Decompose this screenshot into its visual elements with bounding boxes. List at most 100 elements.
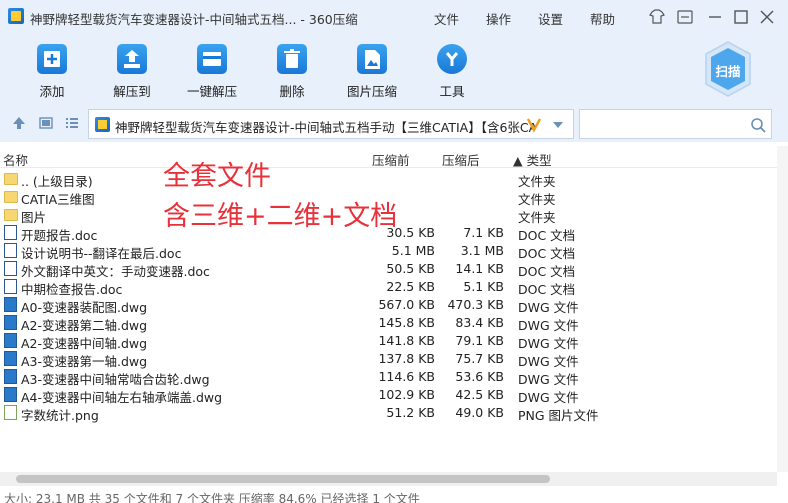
up-arrow-icon[interactable] (11, 115, 27, 131)
extract-to-label: 解压到 (113, 84, 151, 99)
menu-file[interactable]: 文件 (434, 9, 459, 28)
dwg-file-icon (4, 351, 17, 366)
one-click-extract-button[interactable]: 一键解压 (177, 40, 247, 100)
folder-icon (4, 209, 18, 221)
file-compressed-size: 5.1 KB (463, 279, 504, 294)
file-size: 114.6 KB (378, 369, 435, 384)
column-type[interactable]: ▲ 类型 (513, 150, 552, 169)
file-row[interactable]: 设计说明书--翻译在最后.doc 5.1 MB 3.1 MB DOC 文档 (0, 242, 777, 261)
delete-icon (277, 44, 307, 74)
file-size: 5.1 MB (391, 243, 435, 258)
folder-icon (4, 191, 18, 203)
dwg-file-icon (4, 297, 17, 312)
annotation-text: 含三维+二维+文档 (163, 201, 398, 232)
feedback-icon[interactable] (674, 6, 696, 28)
column-header: 名称 压缩前 压缩后 ▲ 类型 (0, 146, 788, 168)
file-row[interactable]: 外文翻译中英文：手动变速器.doc 50.5 KB 14.1 KB DOC 文档 (0, 260, 777, 279)
file-compressed-size: 75.7 KB (455, 351, 504, 366)
file-compressed-size: 3.1 MB (460, 243, 504, 258)
column-compressed-size[interactable]: 压缩后 (442, 150, 480, 169)
status-bar: 大小: 23.1 MB 共 35 个文件和 7 个文件夹 压缩率 84.6% 已… (0, 488, 788, 503)
toolbar: 添加 解压到 一键解压 删除 图片压缩 工具 扫描 (0, 34, 788, 104)
path-dropdown-icon[interactable] (551, 119, 565, 129)
minimize-icon[interactable] (704, 6, 726, 28)
file-compressed-size: 83.4 KB (455, 315, 504, 330)
search-icon[interactable] (750, 117, 766, 133)
vertical-scrollbar[interactable] (777, 146, 788, 472)
word-doc-icon (4, 279, 17, 294)
address-bar: 神野牌轻型载货汽车变速器设计-中间轴式五档手动【三维CATIA】【含6张CA (0, 104, 788, 142)
folder-icon (4, 173, 18, 185)
file-row[interactable]: A3-变速器第一轴.dwg 137.8 KB 75.7 KB DWG 文件 (0, 350, 777, 369)
file-row[interactable]: 字数统计.png 51.2 KB 49.0 KB PNG 图片文件 (0, 404, 777, 423)
window-title: 神野牌轻型载货汽车变速器设计-中间轴式五档... - 360压缩 (30, 12, 358, 27)
app-logo-icon (8, 8, 24, 24)
tools-icon (437, 44, 467, 74)
close-icon[interactable] (756, 6, 778, 28)
scrollbar-thumb[interactable] (16, 475, 550, 483)
file-size: 137.8 KB (378, 351, 435, 366)
file-compressed-size: 7.1 KB (463, 225, 504, 240)
one-click-extract-label: 一键解压 (186, 84, 237, 99)
file-compressed-size: 470.3 KB (447, 297, 504, 312)
add-icon (37, 44, 67, 74)
add-button[interactable]: 添加 (17, 40, 87, 100)
view-list-icon[interactable] (64, 115, 80, 131)
folder-row[interactable]: .. (上级目录) 文件夹 (0, 170, 777, 189)
file-size: 50.5 KB (386, 261, 435, 276)
file-row[interactable]: A4-变速器中间轴左右轴承端盖.dwg 102.9 KB 42.5 KB DWG 文件 (0, 386, 777, 405)
extract-to-button[interactable]: 解压到 (97, 40, 167, 100)
file-row[interactable]: A3-变速器中间轴常啮合齿轮.dwg 114.6 KB 53.6 KB DWG 文件 (0, 368, 777, 387)
horizontal-scrollbar[interactable] (0, 472, 777, 486)
file-compressed-size: 79.1 KB (455, 333, 504, 348)
file-compressed-size: 14.1 KB (455, 261, 504, 276)
scan-button[interactable]: 扫描 (702, 40, 754, 98)
search-input[interactable] (579, 109, 772, 139)
file-row[interactable]: A0-变速器装配图.dwg 567.0 KB 470.3 KB DWG 文件 (0, 296, 777, 315)
file-row[interactable]: A2-变速器第二轴.dwg 145.8 KB 83.4 KB DWG 文件 (0, 314, 777, 333)
skin-icon[interactable] (646, 6, 668, 28)
tools-label: 工具 (439, 84, 465, 99)
one-click-extract-icon (197, 44, 227, 74)
file-row[interactable]: 中期检查报告.doc 22.5 KB 5.1 KB DOC 文档 (0, 278, 777, 297)
crown-icon (526, 116, 542, 133)
delete-label: 删除 (279, 84, 305, 99)
menu-help[interactable]: 帮助 (590, 9, 615, 28)
dwg-file-icon (4, 333, 17, 348)
image-compress-label: 图片压缩 (346, 84, 397, 99)
path-field[interactable]: 神野牌轻型载货汽车变速器设计-中间轴式五档手动【三维CATIA】【含6张CA (88, 109, 574, 139)
file-size: 51.2 KB (386, 405, 435, 420)
file-compressed-size: 42.5 KB (455, 387, 504, 402)
dwg-file-icon (4, 369, 17, 384)
word-doc-icon (4, 225, 17, 240)
extract-icon (117, 44, 147, 74)
tools-button[interactable]: 工具 (417, 40, 487, 100)
file-size: 141.8 KB (378, 333, 435, 348)
file-compressed-size: 49.0 KB (455, 405, 504, 420)
title-bar: 神野牌轻型载货汽车变速器设计-中间轴式五档... - 360压缩 文件 操作 设… (0, 0, 788, 34)
word-doc-icon (4, 243, 17, 258)
dwg-file-icon (4, 315, 17, 330)
menu-settings[interactable]: 设置 (538, 9, 563, 28)
image-file-icon (4, 405, 17, 420)
file-type: PNG 图片文件 (518, 408, 599, 423)
archive-icon (95, 117, 110, 132)
annotation-text: 全套文件 (163, 161, 271, 192)
image-compress-button[interactable]: 图片压缩 (337, 40, 407, 100)
dwg-file-icon (4, 387, 17, 402)
word-doc-icon (4, 261, 17, 276)
maximize-icon[interactable] (730, 6, 752, 28)
delete-button[interactable]: 删除 (257, 40, 327, 100)
add-label: 添加 (39, 84, 65, 99)
menu-operate[interactable]: 操作 (486, 9, 511, 28)
file-row[interactable]: A2-变速器中间轴.dwg 141.8 KB 79.1 KB DWG 文件 (0, 332, 777, 351)
file-compressed-size: 53.6 KB (455, 369, 504, 384)
column-name[interactable]: 名称 (3, 150, 28, 169)
file-name: 字数统计.png (21, 408, 99, 423)
file-size: 567.0 KB (378, 297, 435, 312)
file-size: 22.5 KB (386, 279, 435, 294)
path-text: 神野牌轻型载货汽车变速器设计-中间轴式五档手动【三维CATIA】【含6张CA (115, 120, 535, 135)
column-size[interactable]: 压缩前 (372, 150, 410, 169)
view-thumbnail-icon[interactable] (38, 115, 54, 131)
file-size: 145.8 KB (378, 315, 435, 330)
